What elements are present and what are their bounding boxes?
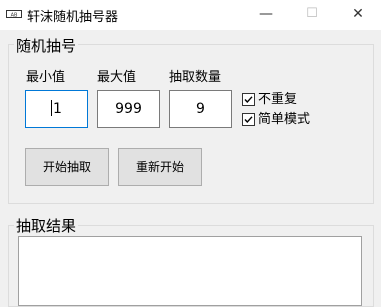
minimize-button[interactable]: — [243,0,289,30]
maximize-button[interactable]: ☐ [289,0,335,30]
restart-button[interactable]: 重新开始 [118,148,202,186]
no-repeat-label: 不重复 [258,92,298,107]
app-icon: AB [6,10,22,19]
min-input-value: 1 [53,101,62,117]
checkmark-icon [242,93,255,106]
result-group-title: 抽取结果 [14,215,79,236]
result-textarea[interactable] [18,236,362,306]
count-input-value: 9 [196,101,205,117]
close-button[interactable]: ✕ [335,0,381,30]
svg-text:AB: AB [11,13,18,19]
max-label: 最大值 [97,70,137,85]
checkmark-icon [242,113,255,126]
count-input[interactable]: 9 [169,90,232,128]
simple-mode-label: 简单模式 [258,112,311,127]
random-group-title: 随机抽号 [14,35,79,56]
title-bar: AB 轩沫随机抽号器 — ☐ ✕ [0,0,381,30]
min-input[interactable]: 1 [25,90,88,128]
min-label: 最小值 [26,70,66,85]
window-title: 轩沫随机抽号器 [27,10,119,25]
text-caret [51,100,53,116]
max-input-value: 999 [115,101,142,117]
count-label: 抽取数量 [169,70,222,85]
max-input[interactable]: 999 [97,90,160,128]
start-draw-button[interactable]: 开始抽取 [25,148,109,186]
